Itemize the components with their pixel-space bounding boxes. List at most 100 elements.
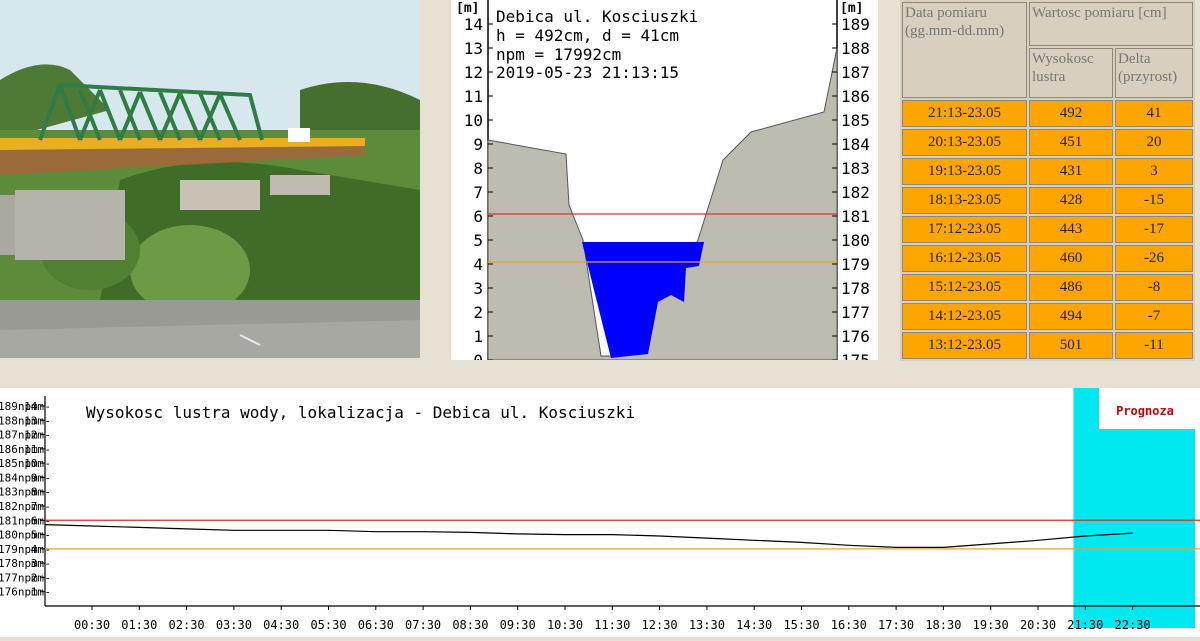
cross-section-panel: [m] [m] Debica ul. Kosciuszki h = 492cm,… xyxy=(451,0,878,370)
row-delta: 3 xyxy=(1115,158,1193,185)
row-date: 16:12-23.05 xyxy=(902,245,1027,272)
y-tick-label-npm: 177npm - xyxy=(0,571,51,584)
row-date: 21:13-23.05 xyxy=(902,100,1027,127)
left-tick-label: 6 xyxy=(473,207,483,226)
row-height: 460 xyxy=(1029,245,1113,272)
x-tick-label: 00:30 xyxy=(74,618,110,632)
row-date: 14:12-23.05 xyxy=(902,303,1027,330)
x-tick-label: 05:30 xyxy=(310,618,346,632)
right-tick-label: 188 xyxy=(841,39,870,58)
table-row: 20:13-23.05 451 20 xyxy=(902,129,1193,156)
row-delta: -15 xyxy=(1115,187,1193,214)
left-tick-label: 3 xyxy=(473,279,483,298)
x-tick-label: 12:30 xyxy=(642,618,678,632)
measurement-table-panel: Data pomiaru (gg.mm-dd.mm) Wartosc pomia… xyxy=(900,0,1200,361)
x-tick-label: 08:30 xyxy=(452,618,488,632)
row-delta: -8 xyxy=(1115,274,1193,301)
right-tick-label: 186 xyxy=(841,87,870,106)
left-tick-label: 2 xyxy=(473,303,483,322)
table-row: 19:13-23.05 431 3 xyxy=(902,158,1193,185)
left-tick-label: 1 xyxy=(473,327,483,346)
cross-section-chart: [m] [m] Debica ul. Kosciuszki h = 492cm,… xyxy=(456,0,870,370)
row-date: 13:12-23.05 xyxy=(902,332,1027,359)
row-height: 486 xyxy=(1029,274,1113,301)
left-tick-label: 9 xyxy=(473,135,483,154)
x-tick-label: 04:30 xyxy=(263,618,299,632)
chart-title: Wysokosc lustra wody, lokalizacja - Debi… xyxy=(86,403,635,422)
row-height: 428 xyxy=(1029,187,1113,214)
right-tick-label: 176 xyxy=(841,327,870,346)
y-tick-label-npm: 183npm - xyxy=(0,486,51,499)
row-date: 20:13-23.05 xyxy=(902,129,1027,156)
row-delta: -7 xyxy=(1115,303,1193,330)
water-level-chart: Prognoza Wysokosc lustra wody, lokalizac… xyxy=(0,388,1200,637)
left-tick-label: 14 xyxy=(464,15,483,34)
x-tick-label: 02:30 xyxy=(169,618,205,632)
table-row: 18:13-23.05 428 -15 xyxy=(902,187,1193,214)
row-date: 19:13-23.05 xyxy=(902,158,1027,185)
header-height: Wysokosc lustra xyxy=(1029,48,1113,98)
y-tick-label-npm: 181npm - xyxy=(0,514,51,527)
right-tick-label: 182 xyxy=(841,183,870,202)
x-tick-label: 22:30 xyxy=(1115,618,1151,632)
left-tick-label: 0 xyxy=(473,351,483,360)
x-tick-label: 11:30 xyxy=(594,618,630,632)
y-tick-label-npm: 188npm - xyxy=(0,414,51,427)
x-tick-label: 15:30 xyxy=(783,618,819,632)
measurement-table: Data pomiaru (gg.mm-dd.mm) Wartosc pomia… xyxy=(900,0,1195,361)
left-tick-label: 10 xyxy=(464,111,483,130)
row-delta: 20 xyxy=(1115,129,1193,156)
row-height: 443 xyxy=(1029,216,1113,243)
left-tick-label: 8 xyxy=(473,159,483,178)
right-tick-label: 187 xyxy=(841,63,870,82)
bridge-photo xyxy=(0,0,420,358)
right-tick-label: 189 xyxy=(841,15,870,34)
water-level-series xyxy=(44,524,1133,548)
bridge-photo-image xyxy=(0,0,420,358)
y-tick-label-npm: 178npm - xyxy=(0,557,51,570)
right-tick-label: 178 xyxy=(841,279,870,298)
terrain-profile xyxy=(487,47,838,361)
x-tick-labels: 00:30 01:30 02:30 03:30 04:30 05:30 06:30 07:30… xyxy=(74,606,1151,632)
x-tick-label: 16:30 xyxy=(831,618,867,632)
right-tick-label: 175 xyxy=(841,351,870,360)
row-date: 18:13-23.05 xyxy=(902,187,1027,214)
left-tick-label: 12 xyxy=(464,63,483,82)
table-row: 21:13-23.05 492 41 xyxy=(902,100,1193,127)
y-tick-label-npm: 176npm - xyxy=(0,586,51,599)
table-row: 17:12-23.05 443 -17 xyxy=(902,216,1193,243)
right-tick-label: 185 xyxy=(841,111,870,130)
right-tick-label: 181 xyxy=(841,207,870,226)
timestamp: 2019-05-23 21:13:15 xyxy=(496,63,679,82)
water-level-chart-svg: Prognoza Wysokosc lustra wody, lokalizac… xyxy=(0,388,1200,632)
row-height: 492 xyxy=(1029,100,1113,127)
y-tick-label-npm: 184npm - xyxy=(0,471,51,484)
left-tick-label: 7 xyxy=(473,183,483,202)
x-tick-label: 19:30 xyxy=(973,618,1009,632)
left-tick-label: 4 xyxy=(473,255,483,274)
x-tick-label: 06:30 xyxy=(358,618,394,632)
row-date: 17:12-23.05 xyxy=(902,216,1027,243)
table-row: 16:12-23.05 460 -26 xyxy=(902,245,1193,272)
left-unit-label: [m] xyxy=(456,1,479,16)
y-tick-label-npm: 182npm - xyxy=(0,500,51,513)
right-tick-label: 179 xyxy=(841,255,870,274)
x-tick-label: 10:30 xyxy=(547,618,583,632)
table-row: 13:12-23.05 501 -11 xyxy=(902,332,1193,359)
row-delta: -11 xyxy=(1115,332,1193,359)
row-height: 494 xyxy=(1029,303,1113,330)
right-tick-label: 184 xyxy=(841,135,870,154)
x-tick-label: 09:30 xyxy=(500,618,536,632)
header-delta: Delta (przyrost) xyxy=(1115,48,1193,98)
y-tick-label-npm: 185npm - xyxy=(0,457,51,470)
header-date: Data pomiaru (gg.mm-dd.mm) xyxy=(902,2,1027,98)
row-height: 431 xyxy=(1029,158,1113,185)
y-tick-label-npm: 189npm - xyxy=(0,400,51,413)
right-tick-label: 183 xyxy=(841,159,870,178)
table-row: 15:12-23.05 486 -8 xyxy=(902,274,1193,301)
left-tick-label: 5 xyxy=(473,231,483,250)
npm-line: npm = 17992cm xyxy=(496,45,621,64)
row-delta: -26 xyxy=(1115,245,1193,272)
y-tick-label-npm: 179npm - xyxy=(0,543,51,556)
row-date: 15:12-23.05 xyxy=(902,274,1027,301)
